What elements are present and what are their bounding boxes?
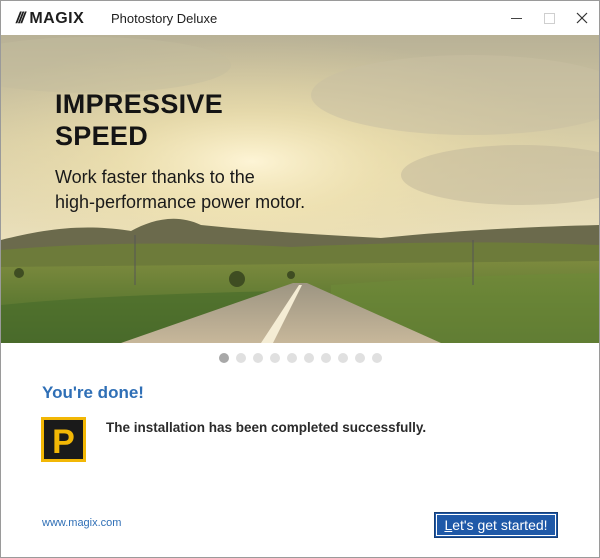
carousel-dot[interactable] xyxy=(304,353,314,363)
logo-text: MAGIX xyxy=(29,10,85,27)
installer-window: /// MAGIX Photostory Deluxe IMPRESSIVE S… xyxy=(0,0,600,558)
get-started-button[interactable]: Let's get started! xyxy=(434,512,558,538)
website-link[interactable]: www.magix.com xyxy=(42,517,121,529)
photostory-app-icon: P xyxy=(41,417,86,462)
minimize-icon xyxy=(510,17,522,19)
carousel-dot[interactable] xyxy=(219,353,229,363)
close-button[interactable] xyxy=(565,1,599,35)
carousel-dot[interactable] xyxy=(236,353,246,363)
maximize-icon xyxy=(543,12,555,24)
close-icon xyxy=(576,12,588,24)
carousel-dot[interactable] xyxy=(253,353,263,363)
success-message: The installation has been completed succ… xyxy=(106,420,427,435)
carousel-dot[interactable] xyxy=(338,353,348,363)
carousel-indicators xyxy=(219,353,382,363)
carousel-dot[interactable] xyxy=(372,353,382,363)
hero-subtitle: Work faster thanks to the high-performan… xyxy=(55,167,306,212)
carousel-dot[interactable] xyxy=(355,353,365,363)
title-bar: /// MAGIX Photostory Deluxe xyxy=(1,1,599,35)
maximize-button[interactable] xyxy=(532,1,566,35)
get-started-label: et's get started! xyxy=(452,517,548,533)
app-icon-letter: P xyxy=(52,423,75,461)
completion-heading: You're done! xyxy=(42,383,144,402)
app-name: Photostory Deluxe xyxy=(111,11,218,26)
hero-title: IMPRESSIVE SPEED xyxy=(55,89,224,151)
carousel-dot[interactable] xyxy=(321,353,331,363)
magix-logo: /// MAGIX xyxy=(16,10,84,28)
hero-banner: IMPRESSIVE SPEED Work faster thanks to t… xyxy=(1,35,599,343)
minimize-button[interactable] xyxy=(499,1,533,35)
carousel-dot[interactable] xyxy=(287,353,297,363)
carousel-dot[interactable] xyxy=(270,353,280,363)
logo-slashes: /// xyxy=(16,10,25,27)
